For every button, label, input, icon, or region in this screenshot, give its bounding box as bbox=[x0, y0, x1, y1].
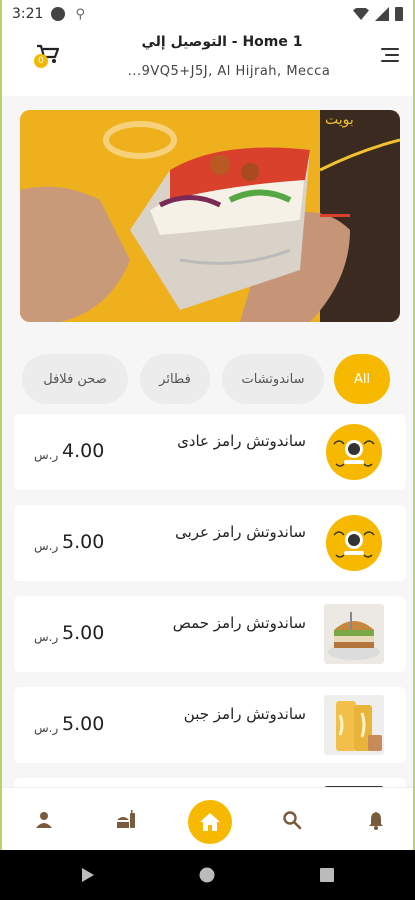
nav-search[interactable] bbox=[262, 788, 322, 850]
ramez-logo-image bbox=[326, 424, 382, 480]
menu-icon[interactable] bbox=[379, 48, 399, 62]
promo-banner[interactable]: بويت bbox=[20, 110, 400, 322]
product-price: 4.00 bbox=[62, 440, 105, 462]
recents-icon[interactable] bbox=[320, 868, 334, 882]
system-navigation-bar bbox=[0, 850, 415, 900]
nav-notifications[interactable] bbox=[346, 788, 406, 850]
nav-home-button[interactable] bbox=[188, 800, 232, 844]
signal-icon bbox=[375, 7, 389, 21]
usb-icon: ⚲ bbox=[75, 6, 85, 22]
svg-text:بويت: بويت bbox=[325, 112, 354, 128]
nav-menu[interactable] bbox=[96, 788, 156, 850]
wifi-icon bbox=[353, 8, 369, 20]
app-header: 0 التوصيل إلي - Home 1 ...9VQ5+J5J, Al H… bbox=[2, 28, 413, 96]
delivery-title[interactable]: التوصيل إلي - Home 1 bbox=[112, 34, 332, 50]
bell-icon bbox=[369, 811, 383, 830]
cart-button[interactable]: 0 bbox=[34, 44, 62, 70]
cart-count-badge: 0 bbox=[34, 54, 48, 68]
menu-food-icon bbox=[117, 809, 135, 828]
product-name: ساندوتش رامز عربى bbox=[175, 523, 306, 541]
product-name: ساندوتش رامز عادى bbox=[177, 432, 306, 450]
status-bar: 3:21 ⚲ bbox=[2, 0, 413, 28]
product-currency: ر.س bbox=[34, 539, 59, 553]
product-name: ساندوتش رامز جبن bbox=[183, 705, 306, 723]
status-time: 3:21 bbox=[12, 6, 44, 22]
back-icon[interactable] bbox=[82, 868, 94, 882]
hummus-sandwich-image bbox=[324, 604, 384, 664]
category-tabs: All ساندوتشات فطائر صحن فلافل bbox=[2, 352, 413, 406]
product-price: 5.00 bbox=[62, 713, 105, 735]
delivery-address[interactable]: ...9VQ5+J5J, Al Hijrah, Mecca bbox=[114, 64, 344, 79]
product-card[interactable]: ساندوتش رامز جبن 5.00 ر.س bbox=[14, 687, 406, 763]
nav-profile[interactable] bbox=[14, 788, 74, 850]
product-currency: ر.س bbox=[34, 448, 59, 462]
product-card[interactable]: ساندوتش رامز حمص 5.00 ر.س bbox=[14, 596, 406, 672]
cheese-sandwich-image bbox=[324, 695, 384, 755]
search-icon bbox=[283, 810, 302, 829]
system-home-icon[interactable] bbox=[199, 867, 215, 883]
profile-icon bbox=[36, 811, 52, 828]
banner-wrap-image: بويت bbox=[20, 110, 400, 322]
battery-icon bbox=[395, 7, 403, 21]
app-frame: 3:21 ⚲ 0 التوصيل إلي - Home 1 ...9VQ5+J5… bbox=[0, 0, 415, 850]
notification-dot-icon bbox=[51, 7, 66, 21]
product-card[interactable]: ساندوتش رامز عربى 5.00 ر.س bbox=[14, 505, 406, 581]
chip-all[interactable]: All bbox=[334, 354, 390, 404]
product-currency: ر.س bbox=[34, 630, 59, 644]
ramez-logo-image bbox=[326, 515, 382, 571]
chip-pies[interactable]: فطائر bbox=[140, 354, 210, 404]
home-icon bbox=[200, 813, 220, 831]
product-price: 5.00 bbox=[62, 531, 105, 553]
product-price: 5.00 bbox=[62, 622, 105, 644]
chip-sandwiches[interactable]: ساندوتشات bbox=[222, 354, 324, 404]
product-card[interactable]: ساندوتش رامز عادى 4.00 ر.س bbox=[14, 414, 406, 490]
product-name: ساندوتش رامز حمص bbox=[172, 614, 306, 632]
product-currency: ر.س bbox=[34, 721, 59, 735]
chip-falafel-plate[interactable]: صحن فلافل bbox=[22, 354, 128, 404]
